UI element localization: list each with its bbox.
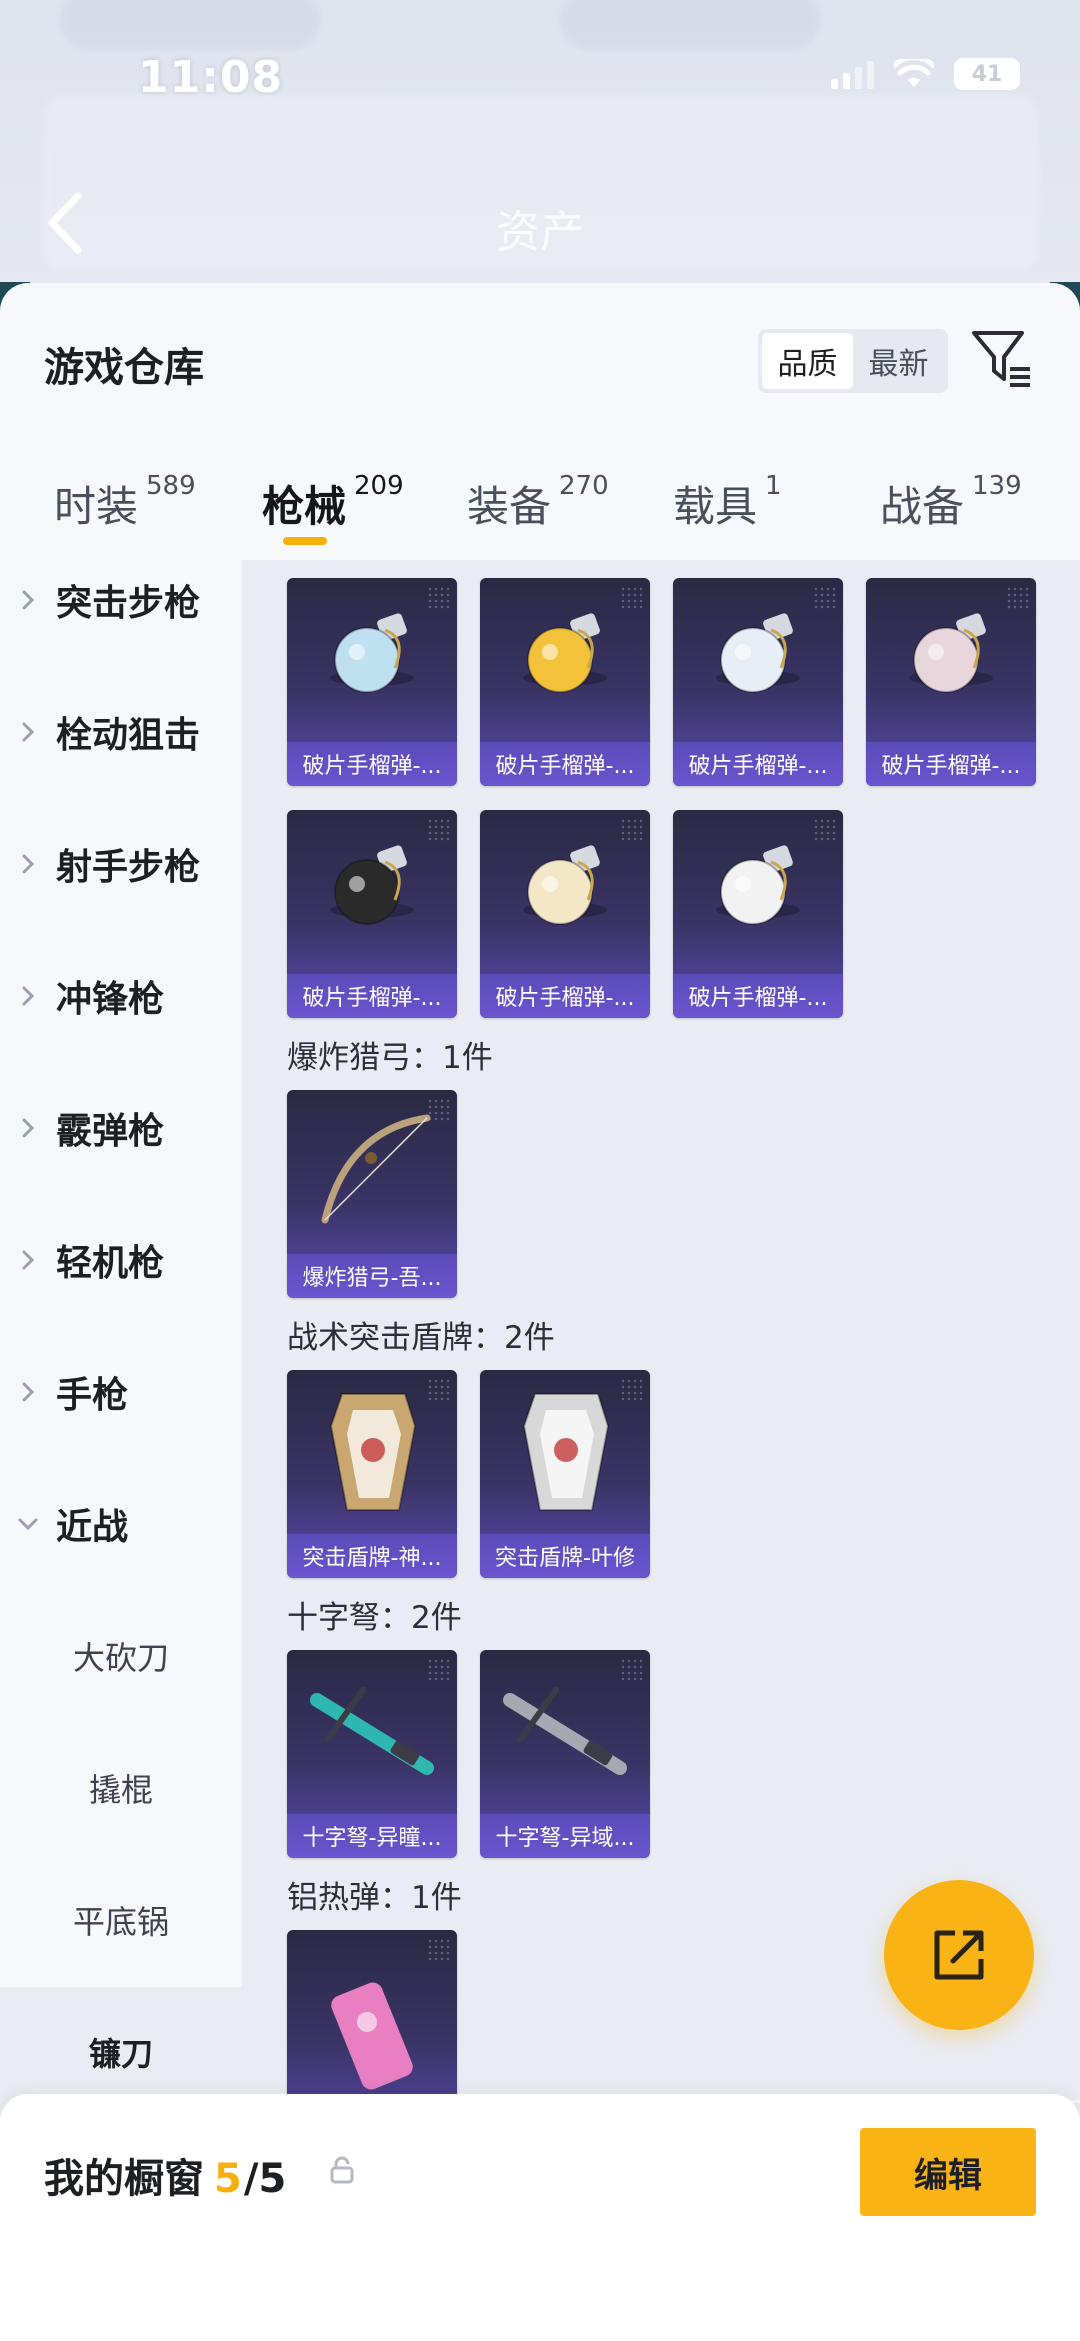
showcase-total: 5: [258, 2156, 287, 2202]
chevron-right-icon: [0, 720, 56, 744]
item-name: 突击盾牌-叶修: [480, 1534, 650, 1578]
tab-count: 209: [354, 471, 404, 501]
tab-vehicles[interactable]: 载具 1: [673, 471, 782, 534]
item-card[interactable]: 破片手榴弹-...: [866, 578, 1036, 786]
active-tab-indicator: [283, 537, 327, 545]
tab-label: 载具: [673, 482, 758, 531]
sidebar-subcategory[interactable]: 撬棍: [0, 1748, 242, 1828]
chevron-right-icon: [0, 588, 56, 612]
tab-count: 589: [146, 471, 196, 501]
sidebar-subcategory[interactable]: 平底锅: [0, 1880, 242, 1960]
group-title: 爆炸猎弓：1件: [287, 1040, 493, 1076]
share-button[interactable]: [884, 1880, 1034, 2030]
wifi-icon: [894, 59, 934, 87]
sidebar-category-label: 手枪: [56, 1375, 129, 1416]
chevron-right-icon: [0, 852, 56, 876]
tab-equipment[interactable]: 装备 270: [467, 471, 609, 534]
sidebar-category-label: 轻机枪: [56, 1243, 165, 1284]
sidebar-category-label: 冲锋枪: [56, 979, 165, 1020]
tab-label: 时装: [54, 482, 139, 531]
header-backdrop: 11:08 41 资产: [0, 0, 1080, 300]
sidebar-category[interactable]: 霰弹枪: [0, 1088, 242, 1168]
item-name: 爆炸猎弓-吾...: [287, 1254, 457, 1298]
showcase-label: 我的橱窗 5 / 5: [44, 2146, 286, 2204]
sort-toggle: 品质 最新: [758, 329, 948, 393]
edit-button[interactable]: 编辑: [860, 2128, 1036, 2216]
tab-firearms[interactable]: 枪械 209: [262, 471, 404, 534]
group-title: 战术突击盾牌：2件: [287, 1320, 555, 1356]
tab-label: 枪械: [262, 482, 347, 531]
blurred-chip: [60, 0, 320, 50]
item-card[interactable]: 突击盾牌-神...: [287, 1370, 457, 1578]
signal-icon: [831, 59, 874, 89]
showcase-used: 5: [214, 2156, 242, 2202]
chevron-right-icon: [0, 1380, 56, 1404]
item-card[interactable]: 破片手榴弹-...: [480, 810, 650, 1018]
item-name: 破片手榴弹-...: [480, 974, 650, 1018]
sort-quality-button[interactable]: 品质: [762, 333, 853, 389]
item-card[interactable]: 十字弩-异域...: [480, 1650, 650, 1858]
sidebar-category-label: 栓动狙击: [56, 715, 201, 756]
item-card[interactable]: 突击盾牌-叶修: [480, 1370, 650, 1578]
item-name: 破片手榴弹-...: [480, 742, 650, 786]
sidebar-category[interactable]: 冲锋枪: [0, 956, 242, 1036]
showcase-separator: /: [243, 2156, 259, 2202]
item-name: 破片手榴弹-...: [287, 974, 457, 1018]
sheet-title: 游戏仓库: [44, 345, 204, 391]
status-icons: 41: [831, 58, 1020, 90]
item-card[interactable]: 破片手榴弹-...: [480, 578, 650, 786]
item-card[interactable]: 破片手榴弹-...: [287, 810, 457, 1018]
item-name: 破片手榴弹-...: [673, 974, 843, 1018]
sidebar-subcategory[interactable]: 大砍刀: [0, 1616, 242, 1696]
sidebar-category[interactable]: 突击步枪: [0, 560, 242, 640]
chevron-right-icon: [0, 1116, 56, 1140]
tab-count: 1: [765, 471, 782, 501]
tab-label: 战备: [880, 482, 965, 531]
sidebar-category[interactable]: 轻机枪: [0, 1220, 242, 1300]
sidebar-category[interactable]: 射手步枪: [0, 824, 242, 904]
chevron-down-icon: [0, 1516, 56, 1532]
page-title: 资产: [496, 207, 584, 258]
sidebar-category-label: 射手步枪: [56, 847, 201, 888]
tab-count: 270: [559, 471, 609, 501]
filter-icon[interactable]: [970, 325, 1036, 391]
item-card[interactable]: 铝热弹: [287, 1930, 457, 2100]
sidebar-category[interactable]: 近战: [0, 1484, 242, 1564]
item-card[interactable]: 十字弩-异瞳...: [287, 1650, 457, 1858]
sidebar-category-label: 霰弹枪: [56, 1111, 165, 1152]
showcase-title: 我的橱窗: [44, 2156, 204, 2202]
item-name: 十字弩-异瞳...: [287, 1814, 457, 1858]
item-name: 破片手榴弹-...: [287, 742, 457, 786]
item-name: 破片手榴弹-...: [866, 742, 1036, 786]
sort-newest-button[interactable]: 最新: [853, 333, 944, 389]
group-title: 铝热弹：1件: [287, 1880, 462, 1916]
sidebar-category-label: 近战: [56, 1507, 129, 1548]
item-card[interactable]: 破片手榴弹-...: [673, 578, 843, 786]
status-time: 11:08: [138, 52, 284, 103]
tab-bar: 时装 589 枪械 209 装备 270 载具 1 战备 139: [0, 471, 1080, 543]
item-name: 突击盾牌-神...: [287, 1534, 457, 1578]
tab-fashion[interactable]: 时装 589: [54, 471, 196, 534]
item-grid: 破片手榴弹-... 破片手榴弹-... 破片手榴弹-... 破片手榴弹-... 破片手榴…: [242, 560, 1080, 2100]
item-card[interactable]: 破片手榴弹-...: [673, 810, 843, 1018]
battery-icon: 41: [954, 58, 1020, 90]
showcase-bar: 我的橱窗 5 / 5 编辑: [0, 2094, 1080, 2341]
sidebar-category-label: 突击步枪: [56, 583, 201, 624]
sidebar-category[interactable]: 栓动狙击: [0, 692, 242, 772]
external-link-icon: [934, 1930, 984, 1980]
tab-supplies[interactable]: 战备 139: [880, 471, 1022, 534]
tab-count: 139: [972, 471, 1022, 501]
chevron-right-icon: [0, 984, 56, 1008]
item-name: 十字弩-异域...: [480, 1814, 650, 1858]
item-card[interactable]: 破片手榴弹-...: [287, 578, 457, 786]
sidebar-category[interactable]: 手枪: [0, 1352, 242, 1432]
item-card[interactable]: 爆炸猎弓-吾...: [287, 1090, 457, 1298]
category-sidebar: 突击步枪 栓动狙击 射手步枪 冲锋枪 霰弹枪 轻机枪 手枪 近战 大砍刀 撬棍 平底锅 镰刀: [0, 560, 242, 2117]
group-title: 十字弩：2件: [287, 1600, 462, 1636]
chevron-right-icon: [0, 1248, 56, 1272]
unlock-icon: [330, 2156, 354, 2184]
tab-label: 装备: [467, 482, 552, 531]
item-name: 破片手榴弹-...: [673, 742, 843, 786]
blurred-chip: [560, 0, 820, 50]
